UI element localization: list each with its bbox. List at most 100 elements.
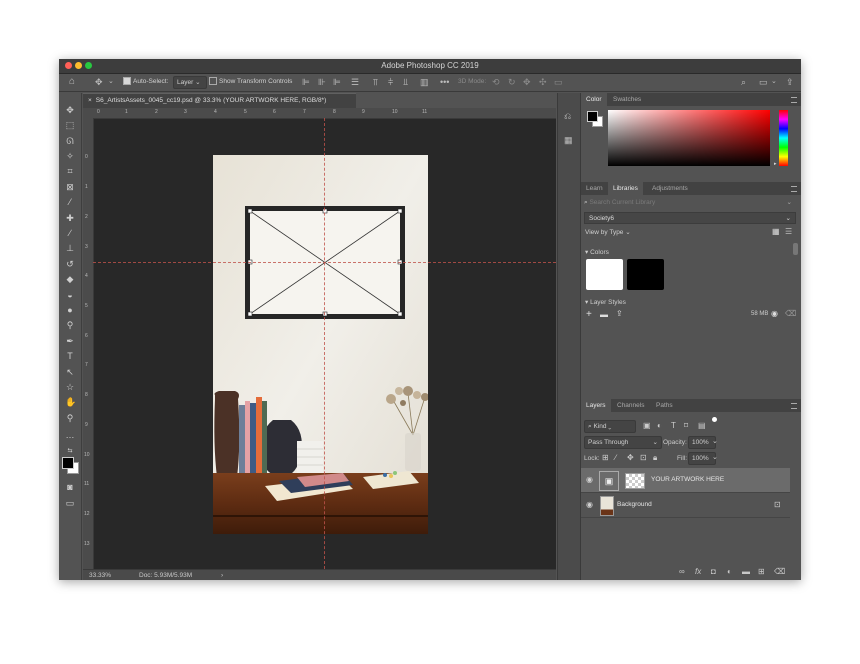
- auto-select-dropdown[interactable]: Layer ⌄: [173, 76, 207, 89]
- delete-layer-icon[interactable]: ⌫: [774, 567, 785, 576]
- distribute-vertical-icon[interactable]: ▥: [420, 77, 429, 87]
- grid-view-icon[interactable]: ▦: [772, 227, 780, 236]
- magic-wand-tool-icon[interactable]: ✧: [65, 151, 75, 161]
- upload-icon[interactable]: ⇪: [616, 309, 623, 318]
- new-group-icon[interactable]: ▬: [742, 567, 750, 576]
- home-icon[interactable]: ⌂: [69, 77, 75, 87]
- quick-mask-icon[interactable]: ◙: [65, 482, 75, 492]
- list-view-icon[interactable]: ☰: [785, 227, 792, 236]
- align-middle-icon[interactable]: ⫩: [388, 77, 393, 87]
- lock-transparency-icon[interactable]: ⊞: [602, 453, 609, 462]
- layer-style-icon[interactable]: fx: [695, 567, 701, 576]
- lasso-tool-icon[interactable]: ᘏ: [65, 136, 75, 146]
- layer-row-background[interactable]: ◉ Background ⊡: [581, 492, 790, 518]
- library-scrollbar[interactable]: [793, 243, 798, 255]
- add-content-icon[interactable]: +: [586, 309, 592, 320]
- tab-color[interactable]: Color: [581, 93, 607, 106]
- trash-icon[interactable]: ⌫: [785, 309, 796, 318]
- filter-adjustment-icon[interactable]: ◐: [657, 421, 662, 430]
- foreground-color-swatch[interactable]: [62, 457, 74, 469]
- library-color-white[interactable]: [586, 259, 623, 290]
- panel-menu-icon[interactable]: [791, 97, 797, 103]
- lock-all-icon[interactable]: 🔒︎: [653, 453, 657, 463]
- vertical-ruler[interactable]: 0 1 2 3 4 5 6 7 8 9 10 11 12 13: [83, 118, 94, 569]
- document-canvas[interactable]: [213, 155, 428, 534]
- link-layers-icon[interactable]: ∞: [679, 567, 685, 576]
- document-tab[interactable]: × S6_ArtistsAssets_0045_cc19.psd @ 33.3% …: [83, 93, 356, 108]
- filter-shape-icon[interactable]: ⌑: [684, 421, 688, 430]
- tab-swatches[interactable]: Swatches: [608, 93, 646, 106]
- 3d-roll-icon[interactable]: ↻: [508, 77, 516, 87]
- pen-tool-icon[interactable]: ✒: [65, 336, 75, 346]
- eye-icon[interactable]: ◉: [586, 501, 595, 509]
- tab-libraries[interactable]: Libraries: [608, 182, 643, 195]
- tab-layers[interactable]: Layers: [581, 399, 611, 412]
- paint-bucket-tool-icon[interactable]: ◒: [65, 290, 75, 300]
- add-mask-icon[interactable]: ◘: [711, 567, 716, 576]
- layer-styles-section-header[interactable]: ▾ Layer Styles: [585, 298, 626, 306]
- show-transform-checkbox[interactable]: Show Transform Controls: [209, 77, 292, 87]
- hand-tool-icon[interactable]: ✋: [65, 397, 76, 407]
- hue-slider-pointer-icon[interactable]: ▸: [774, 161, 777, 167]
- library-search[interactable]: ⌕ Search Current Library ⌄: [584, 197, 796, 209]
- canvas-area[interactable]: 0 1 2 3 4 5 6 7 8 9 10 11 0 1 2 3 4 5 6 …: [83, 108, 556, 569]
- lock-position-icon[interactable]: ✥: [627, 453, 634, 462]
- 3d-orbit-icon[interactable]: ⟲: [492, 77, 500, 87]
- eye-icon[interactable]: ◉: [586, 476, 595, 484]
- zoom-tool-icon[interactable]: ⚲: [65, 413, 75, 423]
- share-icon[interactable]: ⇪: [786, 77, 794, 87]
- align-center-icon[interactable]: ⊪: [318, 77, 326, 87]
- library-color-black[interactable]: [627, 259, 664, 290]
- filter-toggle-icon[interactable]: [712, 417, 717, 422]
- swap-colors-icon[interactable]: ⇆: [65, 446, 75, 456]
- blur-tool-icon[interactable]: ●: [65, 305, 75, 315]
- crop-tool-icon[interactable]: ⌗: [65, 166, 75, 176]
- align-top-icon[interactable]: ⫪: [373, 77, 378, 87]
- tab-learn[interactable]: Learn: [581, 182, 608, 195]
- history-brush-tool-icon[interactable]: ↺: [65, 259, 75, 269]
- panel-menu-icon[interactable]: [791, 186, 797, 192]
- frame-tool-icon[interactable]: ⊠: [65, 182, 75, 192]
- tab-adjustments[interactable]: Adjustments: [647, 182, 693, 195]
- eyedropper-tool-icon[interactable]: ⁄: [65, 197, 75, 207]
- lock-artboard-icon[interactable]: ⊡: [640, 453, 647, 462]
- vertical-guide[interactable]: [324, 118, 325, 569]
- library-select[interactable]: Society6 ⌄: [584, 212, 796, 224]
- workspace-chevron-icon[interactable]: ⌄: [771, 77, 777, 87]
- opacity-chevron-icon[interactable]: ⌄: [712, 437, 718, 445]
- brush-tool-icon[interactable]: ∕: [65, 228, 75, 238]
- close-tab-icon[interactable]: ×: [88, 97, 92, 104]
- edit-toolbar-icon[interactable]: …: [65, 430, 75, 440]
- lock-image-icon[interactable]: ∕: [615, 453, 616, 462]
- align-left-icon[interactable]: ⊫: [302, 77, 310, 87]
- layer-row-artwork[interactable]: ◉ ▣ YOUR ARTWORK HERE: [581, 468, 790, 492]
- path-selection-tool-icon[interactable]: ↖: [65, 367, 75, 377]
- eraser-tool-icon[interactable]: ◆: [65, 274, 75, 284]
- tab-paths[interactable]: Paths: [651, 399, 678, 412]
- 3d-pan-icon[interactable]: ✥: [523, 77, 531, 87]
- new-layer-icon[interactable]: ⊞: [758, 567, 765, 576]
- screen-mode-icon[interactable]: ▭: [65, 498, 75, 508]
- auto-select-checkbox[interactable]: Auto-Select:: [123, 77, 168, 87]
- cloud-sync-icon[interactable]: ◉: [771, 309, 778, 318]
- layer-name[interactable]: YOUR ARTWORK HERE: [651, 476, 724, 483]
- marquee-tool-icon[interactable]: ⬚: [65, 120, 75, 130]
- move-tool-icon[interactable]: ✥: [95, 77, 103, 87]
- healing-brush-tool-icon[interactable]: ✚: [65, 213, 75, 223]
- filter-smart-object-icon[interactable]: ▤: [698, 421, 706, 430]
- align-right-icon[interactable]: ⊫: [333, 77, 341, 87]
- status-chevron-icon[interactable]: ›: [221, 570, 223, 580]
- dodge-tool-icon[interactable]: ⚲: [65, 320, 75, 330]
- foreground-color-chip[interactable]: [587, 111, 598, 122]
- layer-name[interactable]: Background: [617, 501, 652, 508]
- zoom-level[interactable]: 33.33%: [89, 570, 111, 580]
- blend-mode-select[interactable]: Pass Through ⌄: [584, 436, 662, 449]
- view-by-type[interactable]: View by Type ⌄: [585, 228, 631, 236]
- filter-pixel-icon[interactable]: ▣: [643, 421, 651, 430]
- layer-filter-kind[interactable]: ⌕ Kind ⌄: [584, 420, 636, 433]
- distribute-icon[interactable]: ☰: [351, 77, 359, 87]
- move-tool-icon[interactable]: ✥: [65, 105, 75, 115]
- 3d-camera-icon[interactable]: ▭: [554, 77, 563, 87]
- search-icon[interactable]: ⌕: [741, 77, 746, 87]
- colors-section-header[interactable]: ▾ Colors: [585, 248, 609, 256]
